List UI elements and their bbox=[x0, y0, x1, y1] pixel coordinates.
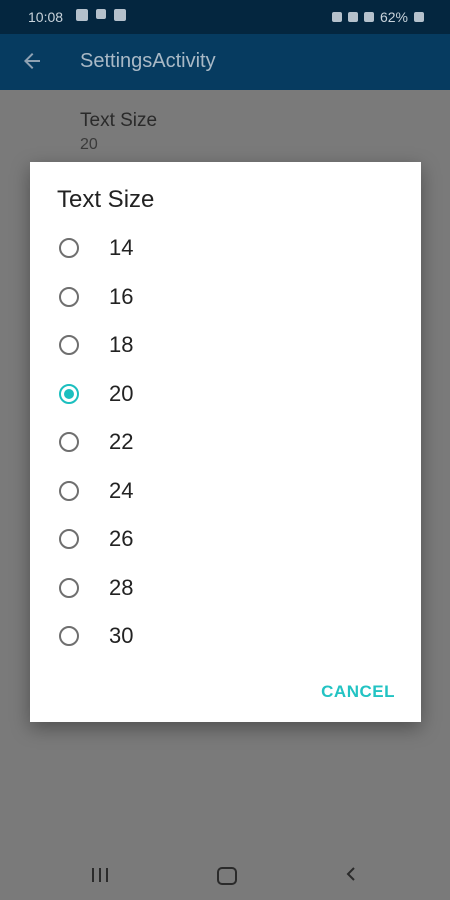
status-notification-icons bbox=[76, 9, 126, 21]
option-label: 20 bbox=[109, 380, 134, 406]
radio-button[interactable] bbox=[59, 335, 79, 355]
preference-title: Text Size bbox=[80, 110, 158, 131]
option-list: 14 16 18 20 22 24 26 28 30 bbox=[30, 224, 421, 661]
app-title: SettingsActivity bbox=[80, 50, 216, 72]
option-label: 18 bbox=[109, 332, 134, 357]
dialog-title: Text Size bbox=[57, 186, 155, 213]
preference-summary: 20 bbox=[80, 136, 98, 153]
recents-icon[interactable] bbox=[92, 868, 108, 882]
status-time: 10:08 bbox=[28, 9, 64, 25]
option-18[interactable]: 18 bbox=[30, 321, 421, 370]
cancel-button[interactable]: CANCEL bbox=[321, 682, 395, 702]
app-bar: SettingsActivity bbox=[0, 34, 450, 90]
back-nav-icon[interactable] bbox=[343, 865, 361, 883]
option-label: 24 bbox=[109, 477, 134, 503]
option-label: 28 bbox=[109, 574, 134, 600]
text-size-dialog: Text Size 14 16 18 20 22 24 26 28 30 CAN… bbox=[30, 162, 421, 722]
radio-button[interactable] bbox=[59, 529, 79, 549]
wifi-icon bbox=[347, 12, 358, 22]
option-16[interactable]: 16 bbox=[30, 273, 421, 322]
radio-button[interactable] bbox=[59, 577, 79, 598]
option-14[interactable]: 14 bbox=[30, 224, 421, 273]
option-26[interactable]: 26 bbox=[30, 515, 421, 564]
option-label: 26 bbox=[109, 526, 134, 551]
status-system-icons: 62% bbox=[331, 9, 424, 25]
mute-icon bbox=[331, 12, 342, 22]
radio-button[interactable] bbox=[59, 480, 79, 501]
option-28[interactable]: 28 bbox=[30, 564, 421, 613]
signal-icon bbox=[363, 12, 374, 22]
radio-button[interactable] bbox=[59, 626, 79, 646]
option-30[interactable]: 30 bbox=[30, 612, 421, 661]
battery-icon bbox=[414, 12, 424, 22]
radio-button[interactable] bbox=[59, 383, 79, 404]
option-label: 14 bbox=[109, 235, 134, 260]
notification-icon bbox=[96, 9, 106, 19]
option-label: 22 bbox=[109, 429, 134, 454]
option-20[interactable]: 20 bbox=[30, 370, 421, 419]
gallery-icon bbox=[76, 9, 88, 21]
option-24[interactable]: 24 bbox=[30, 467, 421, 516]
navigation-bar bbox=[0, 845, 450, 900]
status-bar: 10:08 62% bbox=[0, 0, 450, 34]
battery-percentage: 62% bbox=[379, 9, 408, 25]
radio-button[interactable] bbox=[59, 286, 79, 307]
back-arrow-icon[interactable] bbox=[20, 49, 44, 73]
option-label: 16 bbox=[109, 283, 134, 309]
radio-button[interactable] bbox=[59, 432, 79, 452]
home-icon[interactable] bbox=[217, 867, 237, 885]
download-icon bbox=[114, 9, 126, 21]
radio-button[interactable] bbox=[59, 238, 79, 258]
option-label: 30 bbox=[109, 623, 134, 648]
option-22[interactable]: 22 bbox=[30, 418, 421, 467]
